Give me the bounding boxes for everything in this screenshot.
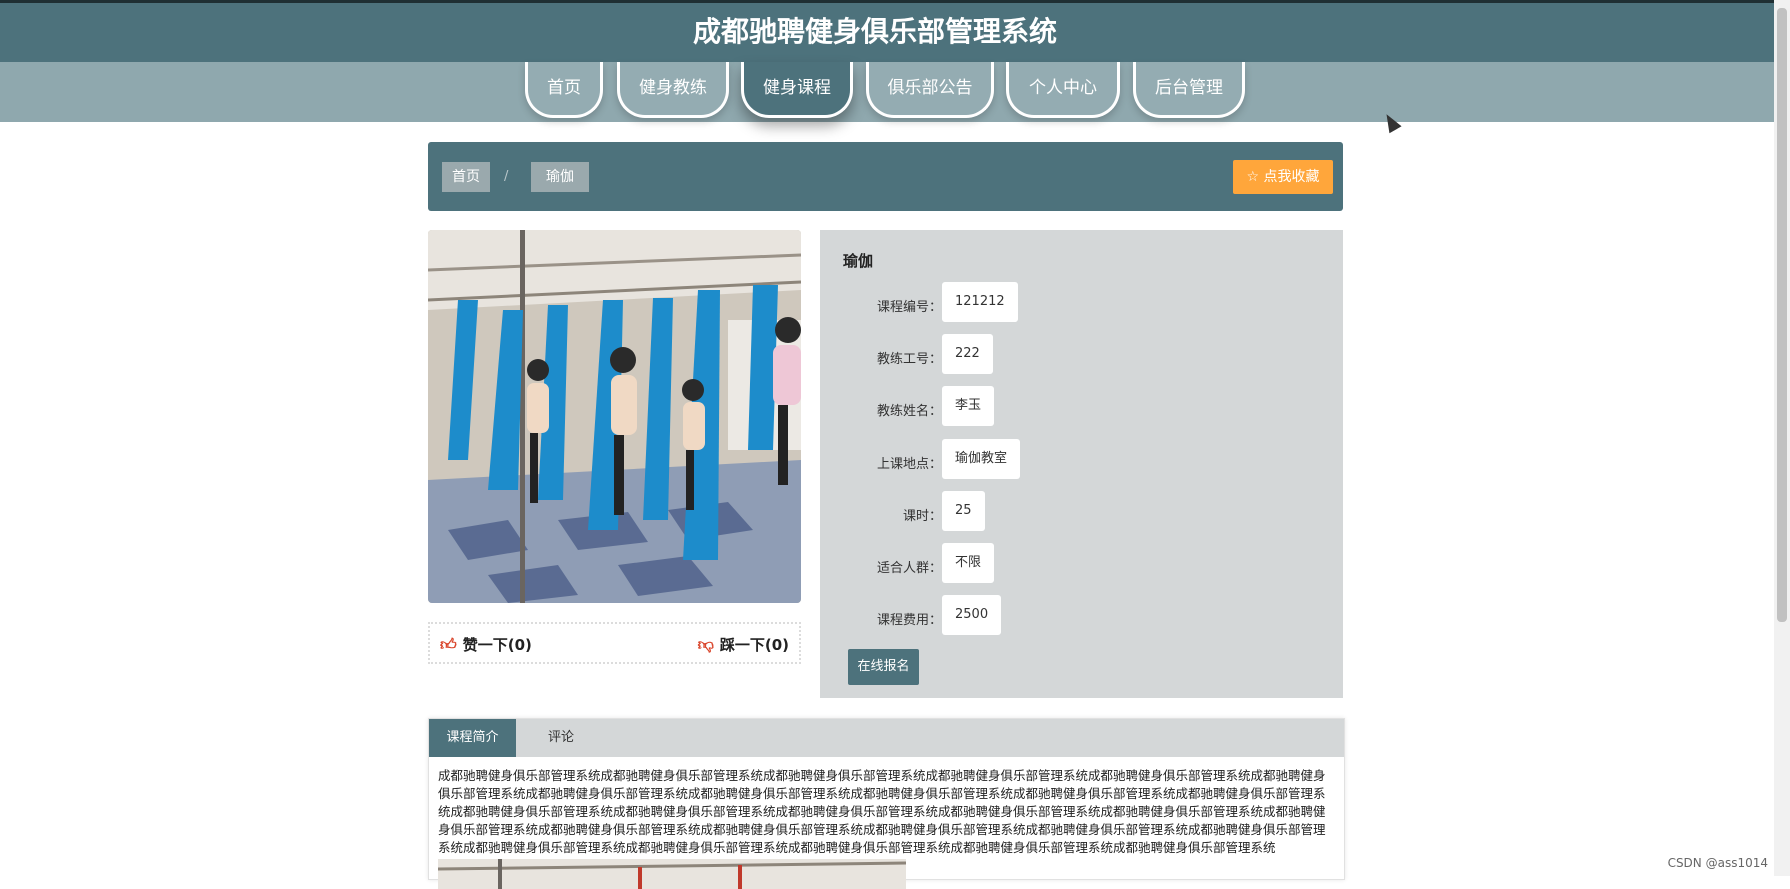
field-label-coach-id: 教练工号： xyxy=(876,352,942,367)
nav-item-personal-center[interactable]: 个人中心 xyxy=(1006,62,1120,118)
breadcrumb-home[interactable]: 首页 xyxy=(442,162,490,192)
course-photo xyxy=(428,230,801,603)
thumbs-up-icon: 👍︎ xyxy=(440,635,457,654)
breadcrumb-separator: / xyxy=(504,169,509,184)
breadcrumb: 首页 / 瑜伽 ☆ 点我收藏 xyxy=(428,142,1343,211)
scrollbar-thumb[interactable] xyxy=(1777,8,1787,622)
main-nav: 首页 健身教练 健身课程 俱乐部公告 个人中心 后台管理 xyxy=(0,62,1774,122)
dislike-button[interactable]: 👎︎ 踩一下(0) xyxy=(698,634,789,655)
field-label-audience: 适合人群： xyxy=(876,561,942,576)
like-button[interactable]: 👍︎ 赞一下(0) xyxy=(440,634,532,655)
watermark: CSDN @ass1014 xyxy=(1667,856,1768,870)
breadcrumb-current: 瑜伽 xyxy=(531,162,589,192)
site-title: 成都驰聘健身俱乐部管理系统 xyxy=(692,15,1057,48)
field-label-coach-name: 教练姓名： xyxy=(876,404,942,419)
field-value-fee: 2500 xyxy=(942,595,1002,635)
course-info-panel: 瑜伽 课程编号： 121212 教练工号： 222 教练姓名： 李玉 上课地点：… xyxy=(820,230,1343,698)
favorite-button[interactable]: ☆ 点我收藏 xyxy=(1233,160,1333,194)
field-value-audience: 不限 xyxy=(942,543,995,583)
tab-bar: 课程简介 评论 xyxy=(429,719,1344,757)
nav-item-announcements[interactable]: 俱乐部公告 xyxy=(866,62,994,118)
field-value-hours: 25 xyxy=(942,491,985,531)
favorite-button-label: 点我收藏 xyxy=(1263,169,1320,185)
course-title: 瑜伽 xyxy=(843,252,874,270)
tab-comments[interactable]: 评论 xyxy=(516,719,606,757)
star-outline-icon: ☆ xyxy=(1246,169,1260,185)
field-label-fee: 课程费用： xyxy=(876,613,942,628)
nav-item-coaches[interactable]: 健身教练 xyxy=(617,62,729,118)
field-label-location: 上课地点： xyxy=(876,457,942,472)
course-intro-text: 成都驰聘健身俱乐部管理系统成都驰聘健身俱乐部管理系统成都驰聘健身俱乐部管理系统成… xyxy=(438,768,1326,855)
field-value-coach-name: 李玉 xyxy=(942,386,995,426)
nav-item-courses[interactable]: 健身课程 xyxy=(741,62,853,118)
field-value-location: 瑜伽教室 xyxy=(942,439,1021,479)
field-label-course-id: 课程编号： xyxy=(876,300,942,315)
page-scrollbar[interactable] xyxy=(1774,0,1790,876)
vote-box: 👍︎ 赞一下(0) 👎︎ 踩一下(0) xyxy=(428,622,801,664)
nav-item-home[interactable]: 首页 xyxy=(525,62,603,118)
thumbs-down-icon: 👎︎ xyxy=(697,635,714,654)
signup-button[interactable]: 在线报名 xyxy=(848,649,919,685)
course-intro-image xyxy=(438,859,906,889)
field-value-course-id: 121212 xyxy=(942,282,1018,322)
nav-item-admin[interactable]: 后台管理 xyxy=(1133,62,1245,118)
yoga-class-image xyxy=(428,230,801,603)
field-label-hours: 课时： xyxy=(902,509,942,524)
course-tabs: 课程简介 评论 成都驰聘健身俱乐部管理系统成都驰聘健身俱乐部管理系统成都驰聘健身… xyxy=(428,718,1345,889)
tab-course-intro[interactable]: 课程简介 xyxy=(429,719,516,757)
field-value-coach-id: 222 xyxy=(942,334,993,374)
like-label: 赞一下(0) xyxy=(462,636,532,654)
site-header: 成都驰聘健身俱乐部管理系统 xyxy=(0,0,1790,62)
dislike-label: 踩一下(0) xyxy=(719,636,789,654)
